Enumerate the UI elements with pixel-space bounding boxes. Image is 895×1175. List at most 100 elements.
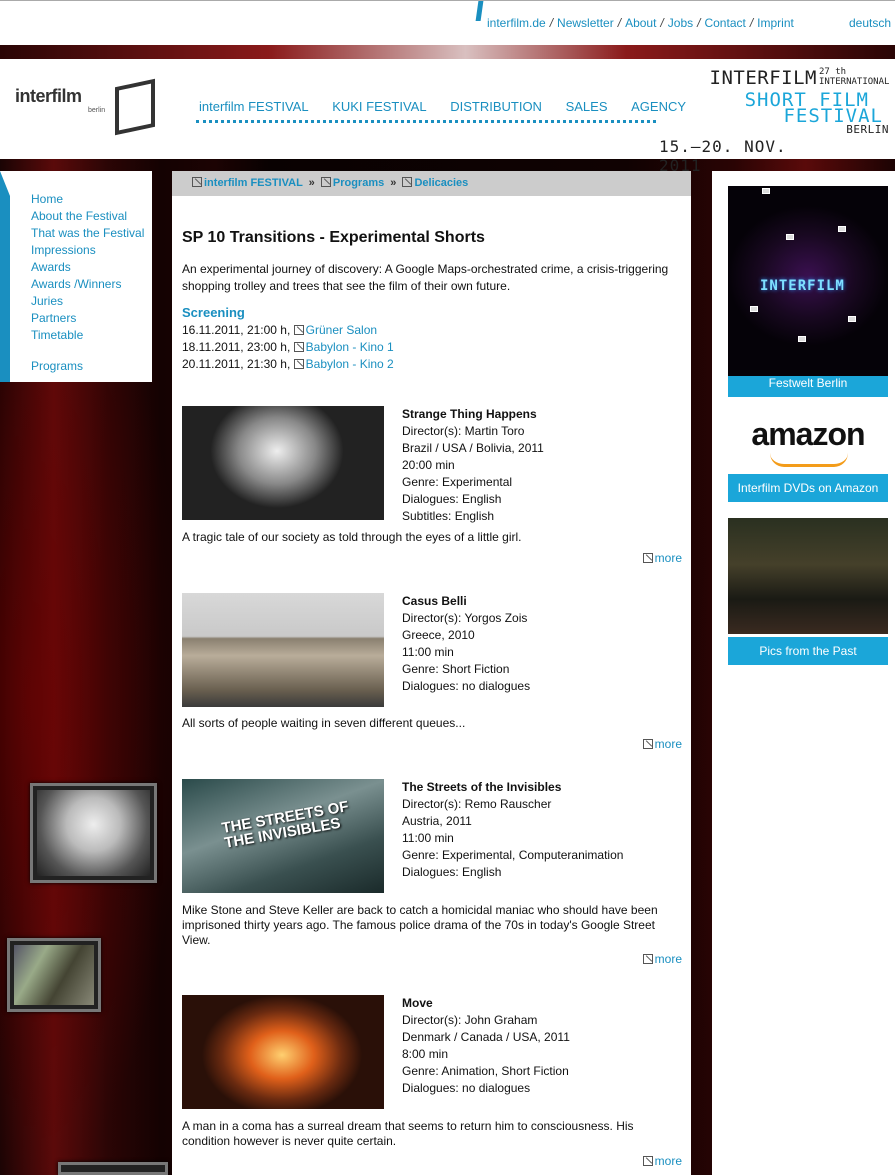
breadcrumb-interfilm-festival[interactable]: interfilm FESTIVAL [204, 177, 303, 189]
film-meta-line: Subtitles: English [402, 509, 495, 523]
past-pics-button[interactable]: Pics from the Past [728, 637, 888, 665]
sidebar: Home About the Festival That was the Fes… [0, 171, 152, 382]
screening-venue-link[interactable]: Babylon - Kino 2 [306, 357, 394, 371]
breadcrumb-delicacies[interactable]: Delicacies [414, 177, 468, 189]
language-switch[interactable]: deutsch [849, 16, 891, 30]
nav-sales[interactable]: SALES [566, 99, 608, 114]
topnav-sep: / [660, 16, 664, 30]
poster-dot [838, 226, 846, 232]
logo-frame-icon [115, 78, 155, 136]
film-meta-line: Brazil / USA / Bolivia, 2011 [402, 441, 544, 455]
screening-venue-link[interactable]: Babylon - Kino 1 [306, 340, 394, 354]
program-intro: An experimental journey of discovery: A … [182, 262, 669, 293]
nav-distribution[interactable]: DISTRIBUTION [450, 99, 542, 114]
sidebar-item-about[interactable]: About the Festival [31, 209, 127, 223]
sidebar-item-timetable[interactable]: Timetable [31, 328, 83, 342]
main-content: interfilm FESTIVAL » Programs » Delicaci… [172, 171, 691, 1175]
film-title: The Streets of the Invisibles [402, 780, 562, 794]
thumbnail-title: THE STREETS OF THE INVISIBLES [220, 798, 350, 852]
more-link[interactable]: more [642, 551, 682, 565]
screening-row: 18.11.2011, 23:00 h, Babylon - Kino 1 [182, 339, 394, 356]
film-meta-line: Dialogues: no dialogues [402, 1081, 531, 1095]
film-meta-line: Director(s): John Graham [402, 1013, 538, 1027]
sidebar-item-awards[interactable]: Awards [31, 260, 71, 274]
festival-international: INTERNATIONAL [819, 77, 890, 87]
past-pics-photo[interactable] [728, 518, 888, 634]
sidebar-item-programs[interactable]: Programs [31, 359, 83, 373]
film-thumbnail[interactable] [182, 406, 384, 520]
film-description: All sorts of people waiting in seven dif… [182, 716, 466, 730]
sidebar-item: Awards /Winners [31, 276, 152, 293]
film-still-pig[interactable] [30, 783, 157, 883]
external-link-icon [642, 739, 653, 749]
film-meta-line: Director(s): Yorgos Zois [402, 611, 528, 625]
film-still-bottom[interactable] [58, 1162, 168, 1175]
film-meta-line: Director(s): Remo Rauscher [402, 797, 552, 811]
top-bar: interfilm.de / Newsletter / About / Jobs / Conta… [0, 0, 895, 45]
film-title: Strange Thing Happens [402, 407, 537, 421]
topnav-about[interactable]: About [625, 16, 656, 30]
topnav-jobs[interactable]: Jobs [668, 16, 693, 30]
external-link-icon [642, 553, 653, 563]
festival-banner: INTERFILM 27 th INTERNATIONAL SHORT FILM … [659, 65, 890, 175]
logo-sub: berlin [88, 107, 106, 114]
amazon-word: amazon [751, 416, 865, 452]
poster-title: INTERFILM [760, 278, 845, 294]
more-link[interactable]: more [642, 1154, 682, 1168]
topnav-newsletter[interactable]: Newsletter [557, 16, 614, 30]
film-thumbnail[interactable]: THE STREETS OF THE INVISIBLES [182, 779, 384, 893]
sidebar-item-partners[interactable]: Partners [31, 311, 76, 325]
sidebar-item: About the Festival [31, 208, 152, 225]
screening-venue-link[interactable]: Grüner Salon [306, 323, 377, 337]
festival-dates: 15.–20. NOV. 2011 [659, 137, 787, 175]
external-link-icon [642, 1156, 653, 1166]
sidebar-item: Programs [31, 358, 152, 375]
more-link[interactable]: more [642, 737, 682, 751]
top-marker [475, 1, 484, 21]
film-meta-line: Greece, 2010 [402, 628, 475, 642]
external-link-icon [293, 325, 304, 335]
sidebar-item-impressions[interactable]: Impressions [31, 243, 96, 257]
film-title: Casus Belli [402, 594, 467, 608]
interfilm-logo[interactable]: interfilm berlin [15, 78, 160, 143]
poster-dot [750, 306, 758, 312]
sidebar-item: That was the Festival [31, 225, 152, 242]
topnav-sep: / [617, 16, 622, 30]
screening-time: 16.11.2011, 21:00 h, [182, 323, 291, 337]
sidebar-item-winners[interactable]: Awards /Winners [31, 277, 121, 291]
amazon-logo[interactable]: amazon [728, 416, 888, 476]
sidebar-item-juries[interactable]: Juries [31, 294, 63, 308]
external-link-icon [402, 177, 413, 187]
poster-caption[interactable]: Festwelt Berlin [728, 377, 888, 397]
right-column: INTERFILM Festwelt Berlin amazon Interfi… [712, 171, 895, 1175]
sidebar-item: Juries [31, 293, 152, 310]
film-description: A man in a coma has a surreal dream that… [182, 1119, 634, 1148]
topnav-interfilm-de[interactable]: interfilm.de [487, 16, 546, 30]
topnav-imprint[interactable]: Imprint [757, 16, 794, 30]
film-thumbnail[interactable] [182, 995, 384, 1109]
topnav-contact[interactable]: Contact [704, 16, 745, 30]
breadcrumb-sep: » [390, 177, 397, 189]
sidebar-item-home[interactable]: Home [31, 192, 63, 206]
nav-interfilm-festival[interactable]: interfilm FESTIVAL [199, 99, 309, 114]
header: interfilm berlin interfilm FESTIVAL KUKI… [0, 59, 895, 175]
topnav-sep: / [749, 16, 754, 30]
nav-kuki-festival[interactable]: KUKI FESTIVAL [332, 99, 426, 114]
breadcrumb-programs[interactable]: Programs [333, 177, 384, 189]
festival-poster[interactable]: INTERFILM [728, 186, 888, 381]
more-label: more [654, 551, 682, 565]
external-link-icon [192, 177, 202, 187]
sidebar-item: Awards [31, 259, 152, 276]
film-meta-line: Director(s): Martin Toro [402, 424, 525, 438]
more-link[interactable]: more [642, 952, 682, 966]
film-meta-line: Dialogues: English [402, 492, 502, 506]
film-thumbnail[interactable] [182, 593, 384, 707]
external-link-icon [642, 954, 653, 964]
sidebar-item-that-was[interactable]: That was the Festival [31, 226, 144, 240]
film-description: A tragic tale of our society as told thr… [182, 530, 522, 544]
film-meta-line: Genre: Experimental [402, 475, 513, 489]
top-nav: interfilm.de / Newsletter / About / Jobs / Conta… [487, 16, 794, 30]
film-still-people[interactable] [7, 938, 101, 1012]
main-nav: interfilm FESTIVAL KUKI FESTIVAL DISTRIB… [196, 99, 686, 123]
amazon-dvds-button[interactable]: Interfilm DVDs on Amazon [728, 474, 888, 502]
